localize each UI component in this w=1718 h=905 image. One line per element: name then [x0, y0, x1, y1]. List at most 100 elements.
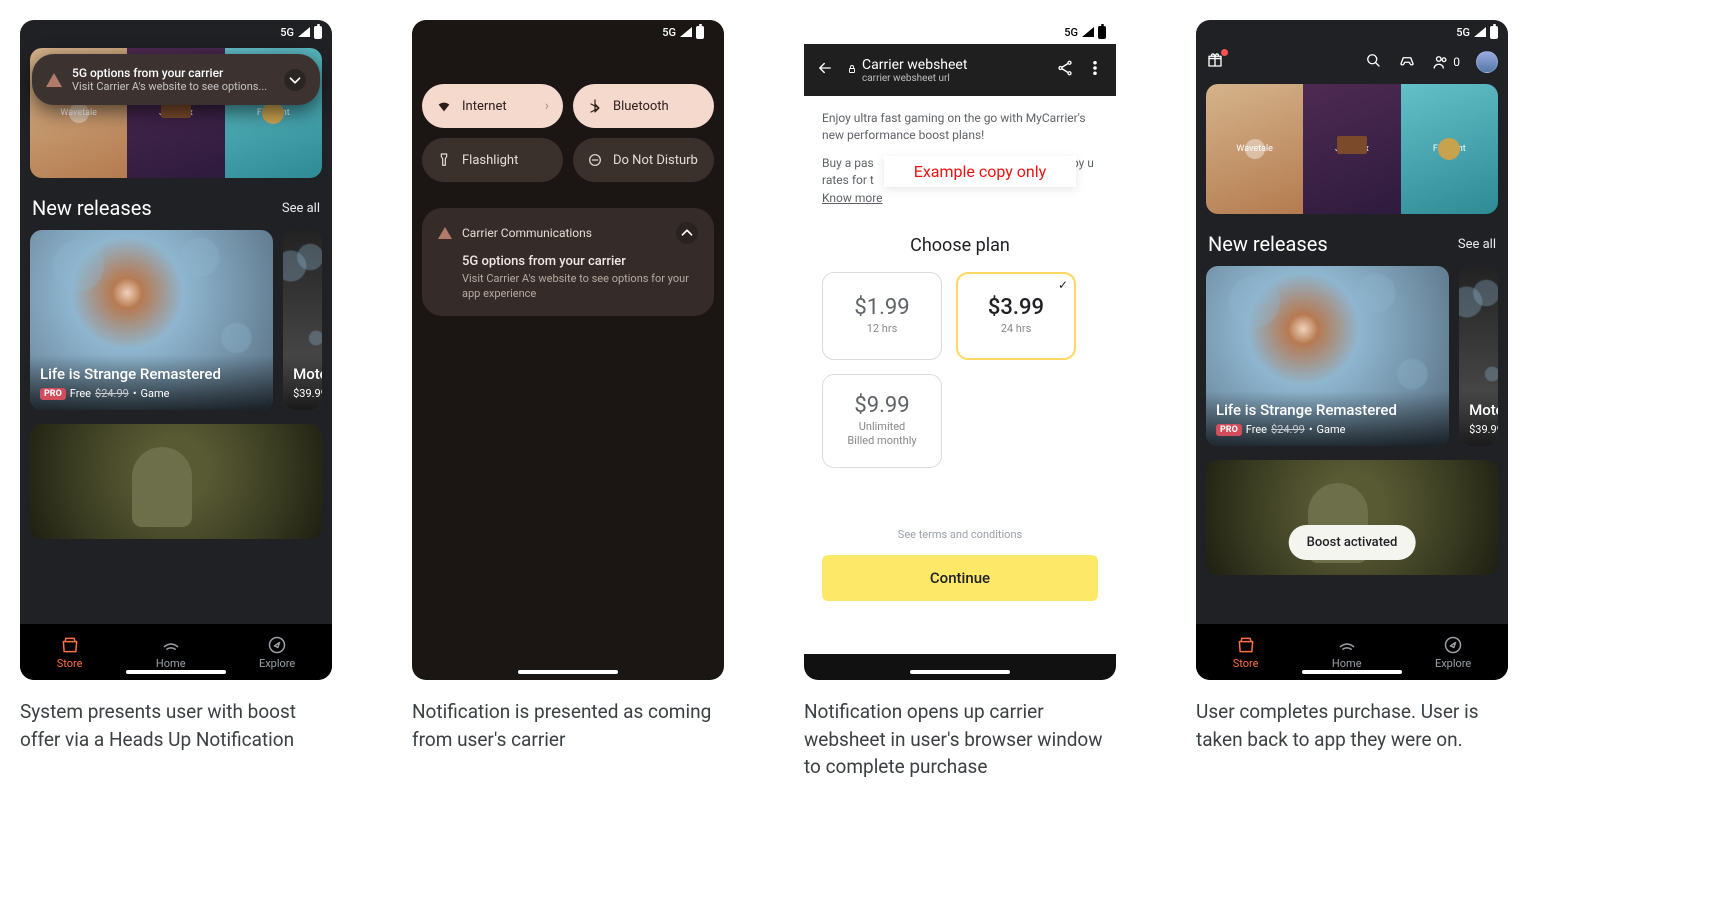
caption-4: User completes purchase. User is taken b…: [1196, 698, 1508, 753]
qs-bluetooth[interactable]: Bluetooth: [573, 84, 714, 128]
game-card-main[interactable]: Life is Strange Remastered PRO Free $24.…: [30, 230, 273, 410]
notif-title: 5G options from your carrier: [462, 254, 698, 269]
gesture-pill[interactable]: [126, 670, 226, 674]
game-card-main[interactable]: Life is Strange Remastered PRO Free $24.…: [1206, 266, 1449, 446]
compass-icon: [267, 635, 287, 655]
store-topbar: 0: [1196, 44, 1508, 80]
plan-option-1[interactable]: $1.99 12 hrs: [822, 272, 942, 360]
controller-button[interactable]: [1398, 51, 1416, 73]
gift-button[interactable]: [1206, 51, 1224, 73]
nav-store[interactable]: Store: [57, 635, 83, 670]
store-icon: [60, 635, 80, 655]
carrier-triangle-icon: [46, 73, 62, 87]
plan1-price: $1.99: [854, 295, 909, 320]
qs-dnd-label: Do Not Disturb: [613, 153, 698, 168]
more-button[interactable]: [1086, 59, 1104, 81]
side-card-title: Moto: [293, 365, 312, 383]
network-label: 5G: [662, 26, 676, 39]
continue-button[interactable]: Continue: [822, 555, 1098, 601]
chevron-down-icon: [284, 69, 306, 91]
hero-card-2[interactable]: [30, 424, 322, 539]
plan3-duration: Unlimited Billed monthly: [847, 420, 916, 449]
game-card-title: Life is Strange Remastered: [40, 365, 263, 383]
phone-1-heads-up: 5G 5G options from your carrier Visit Ca…: [20, 20, 332, 680]
plan-option-2-selected[interactable]: $3.99 24 hrs: [956, 272, 1076, 360]
nav-home[interactable]: Home: [1332, 635, 1362, 670]
qs-dnd[interactable]: Do Not Disturb: [573, 138, 714, 182]
nav-explore[interactable]: Explore: [1435, 635, 1471, 670]
dnd-icon: [587, 152, 603, 168]
promo-banner[interactable]: Wavetale Jackbox Figment: [1206, 84, 1498, 214]
hun-subtitle: Visit Carrier A's website to see options…: [72, 80, 274, 93]
free-label: Free: [1246, 423, 1267, 436]
network-label: 5G: [1456, 26, 1470, 39]
nav-explore-label: Explore: [1435, 657, 1471, 670]
search-button[interactable]: [1364, 51, 1382, 73]
side-card-title: Moto: [1469, 401, 1488, 419]
terms-link[interactable]: See terms and conditions: [822, 528, 1098, 541]
carrier-triangle-icon: [438, 227, 452, 239]
back-button[interactable]: [816, 59, 834, 81]
signal-icon: [298, 27, 310, 37]
stadia-icon: [161, 635, 181, 655]
nav-home[interactable]: Home: [156, 635, 186, 670]
chevron-right-icon: ›: [545, 98, 549, 114]
category-label: Game: [141, 387, 170, 400]
nav-store[interactable]: Store: [1233, 635, 1259, 670]
bluetooth-icon: [587, 98, 603, 114]
page-title: Carrier websheet: [862, 57, 1044, 73]
category-label: Game: [1317, 423, 1346, 436]
friends-button[interactable]: 0: [1432, 53, 1460, 71]
hun-expand-button[interactable]: [284, 69, 306, 91]
nav-store-label: Store: [1233, 657, 1259, 670]
status-bar: 5G: [422, 20, 714, 44]
gesture-pill[interactable]: [1302, 670, 1402, 674]
know-more-link[interactable]: Know more: [822, 191, 883, 205]
see-all-link[interactable]: See all: [282, 201, 320, 216]
pro-badge: PRO: [40, 388, 66, 400]
signal-icon: [1474, 27, 1486, 37]
toast-boost-activated: Boost activated: [1289, 525, 1416, 560]
battery-icon: [696, 26, 704, 39]
phone-2-shade: 5G Internet › Bluetooth Flashlight: [412, 20, 724, 680]
phone-4-return: 5G 0: [1196, 20, 1508, 680]
chevron-up-icon: [676, 222, 698, 244]
game-card-side[interactable]: Moto $39.99: [1459, 266, 1498, 446]
plan3-price: $9.99: [854, 393, 909, 418]
store-icon: [1236, 635, 1256, 655]
arrow-left-icon: [816, 59, 834, 77]
qs-flashlight[interactable]: Flashlight: [422, 138, 563, 182]
avatar[interactable]: [1476, 51, 1498, 73]
phone-3-websheet: 5G Carrier websheet carrier websheet url: [804, 20, 1116, 680]
nav-explore-label: Explore: [259, 657, 295, 670]
gesture-pill[interactable]: [910, 670, 1010, 674]
banner-tile-3: Figment: [1401, 84, 1498, 214]
plan1-duration: 12 hrs: [867, 322, 898, 336]
notif-collapse-button[interactable]: [676, 222, 698, 244]
friends-icon: [1432, 53, 1450, 71]
nav-explore[interactable]: Explore: [259, 635, 295, 670]
qs-bluetooth-label: Bluetooth: [613, 99, 669, 114]
see-all-link[interactable]: See all: [1458, 237, 1496, 252]
compass-icon: [1443, 635, 1463, 655]
caption-2: Notification is presented as coming from…: [412, 698, 724, 753]
hun-text: 5G options from your carrier Visit Carri…: [72, 66, 274, 93]
orig-price: $24.99: [95, 387, 129, 400]
plan2-price: $3.99: [988, 295, 1044, 320]
plan-option-3[interactable]: $9.99 Unlimited Billed monthly: [822, 374, 942, 468]
pro-badge: PRO: [1216, 424, 1242, 436]
notif-body-text: Visit Carrier A's website to see options…: [462, 271, 698, 302]
example-copy-stamp: Example copy only: [884, 156, 1076, 187]
share-button[interactable]: [1056, 59, 1074, 81]
stadia-icon: [1337, 635, 1357, 655]
nav-bar-area: [804, 654, 1116, 680]
network-label: 5G: [1064, 26, 1078, 39]
qs-internet[interactable]: Internet ›: [422, 84, 563, 128]
game-card-side[interactable]: Moto $39.99: [283, 230, 322, 410]
plan2-duration: 24 hrs: [1001, 322, 1032, 336]
battery-icon: [314, 26, 322, 39]
heads-up-notification[interactable]: 5G options from your carrier Visit Carri…: [32, 54, 320, 105]
notification-card[interactable]: Carrier Communications 5G options from y…: [422, 208, 714, 316]
status-bar: 5G: [804, 20, 1116, 44]
gesture-pill[interactable]: [518, 670, 618, 674]
